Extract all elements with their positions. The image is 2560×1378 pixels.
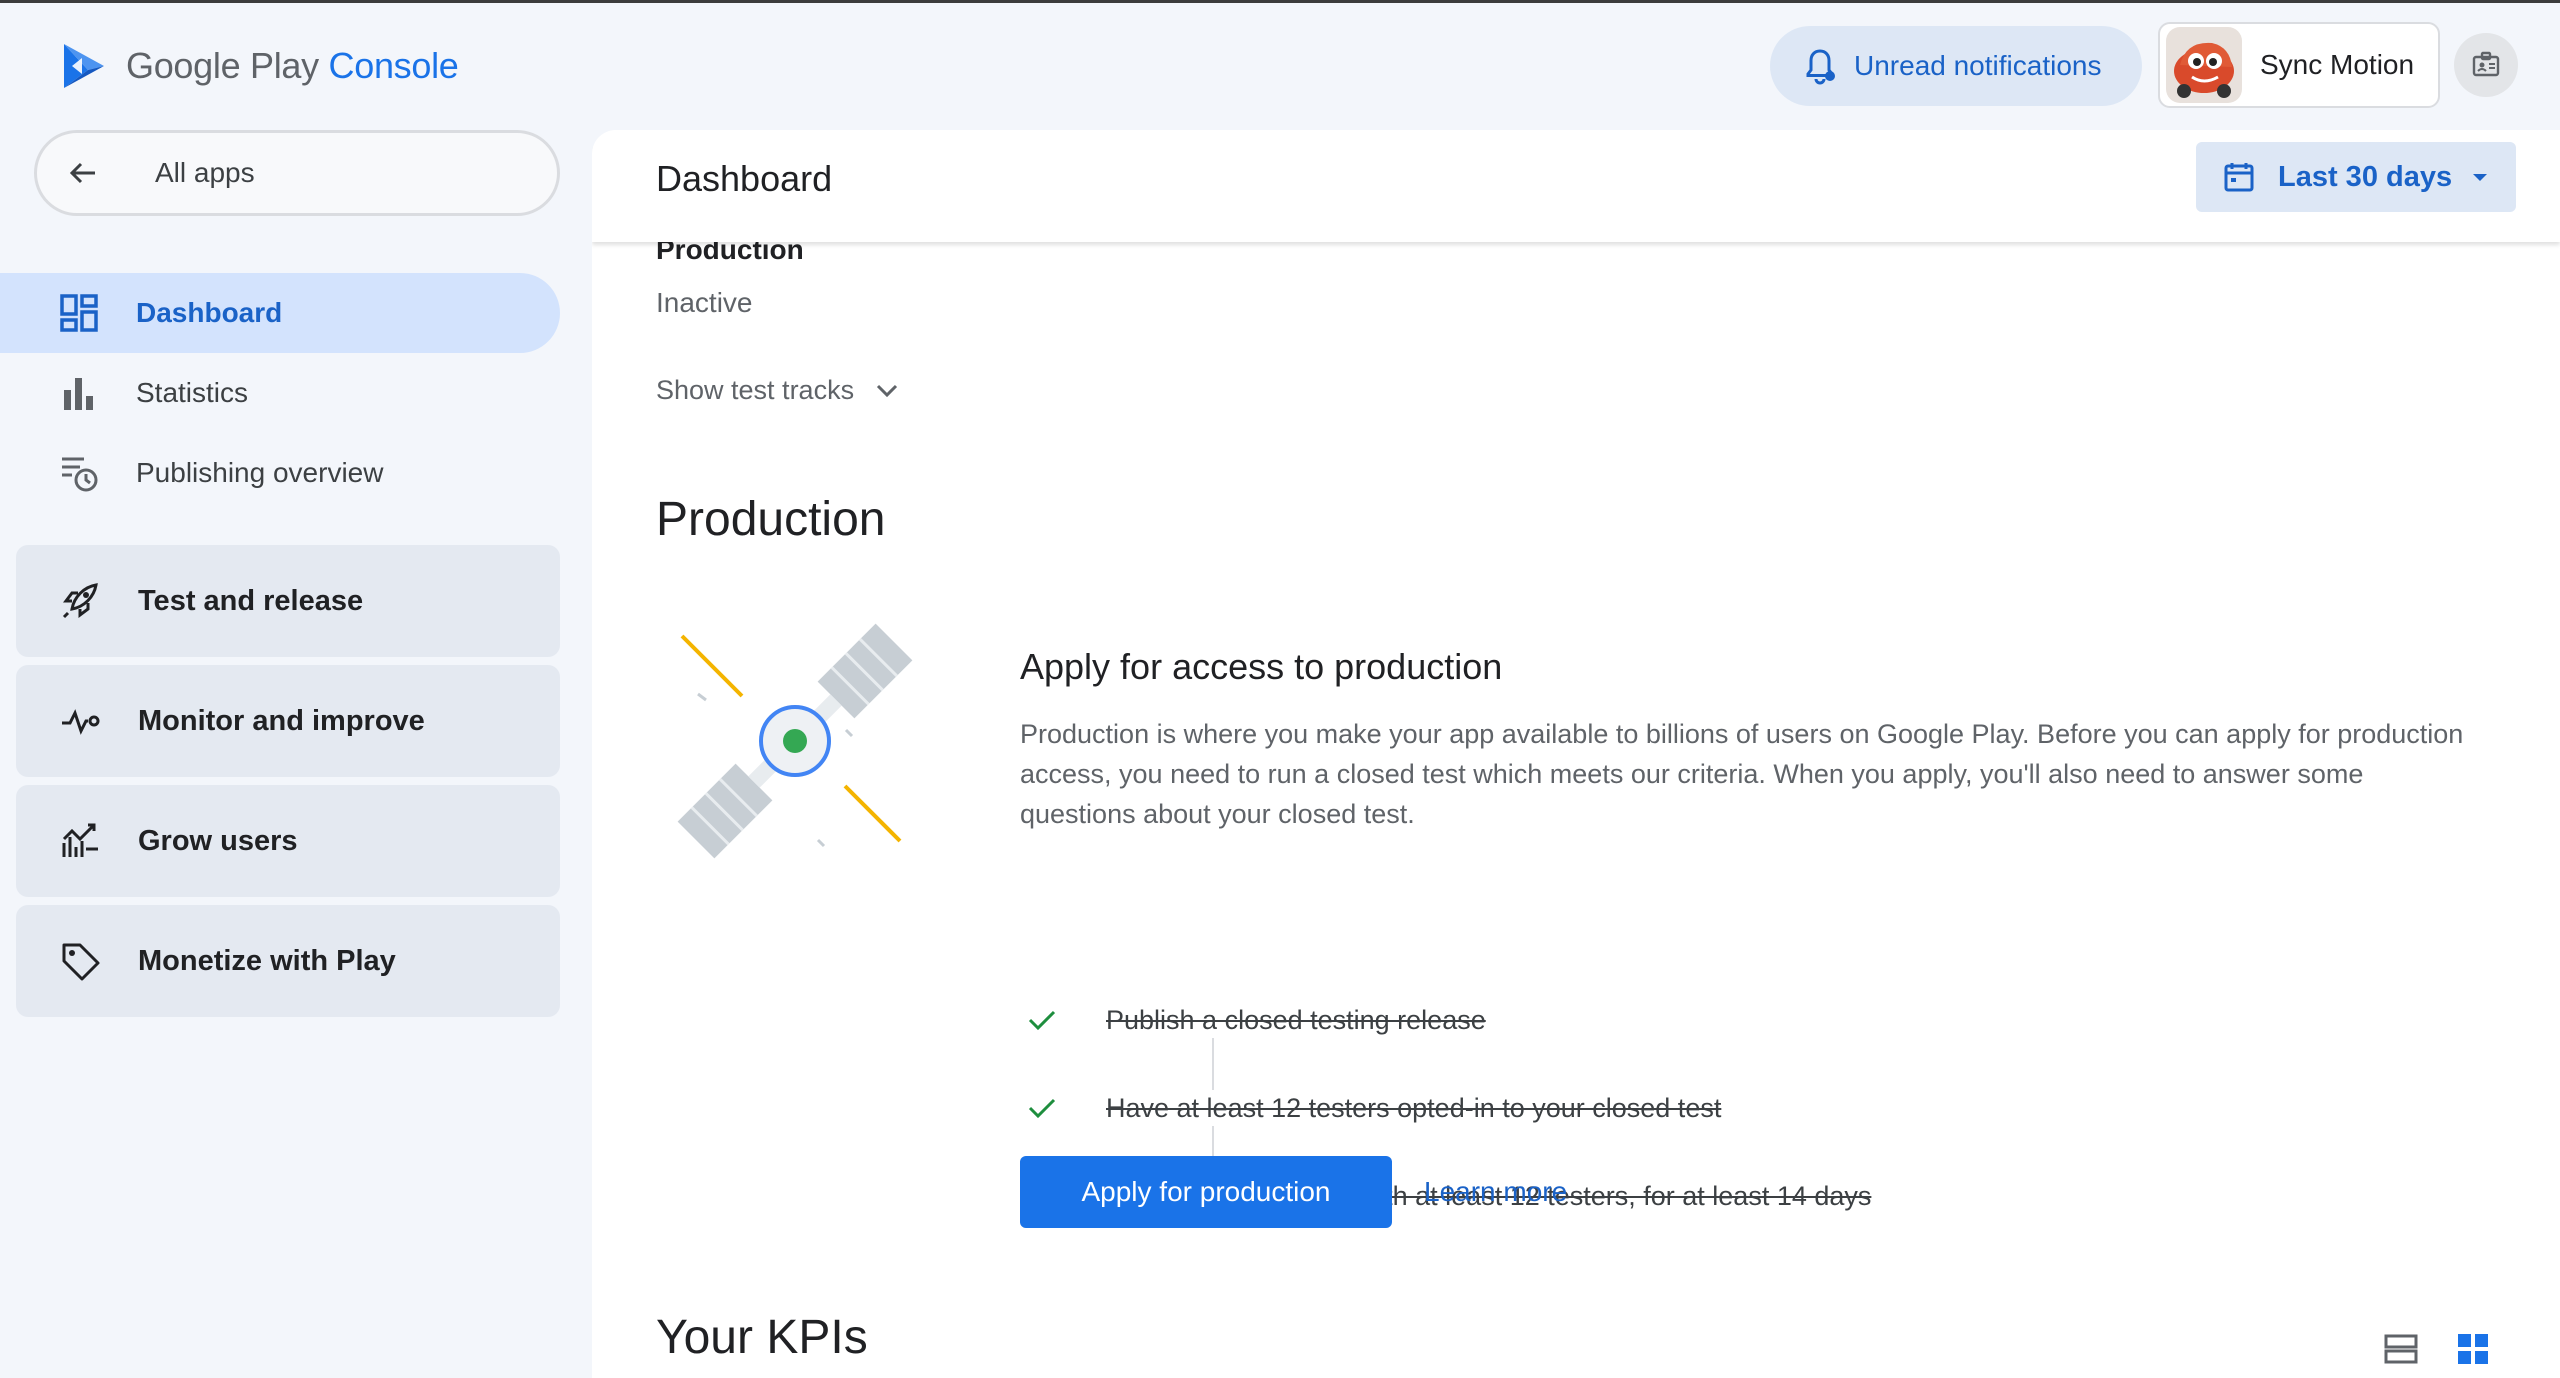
bell-icon — [1806, 49, 1835, 85]
learn-more-link[interactable]: Learn more — [1424, 1176, 1567, 1208]
dashboard-icon — [60, 294, 98, 332]
checklist-item: Publish a closed testing release — [1020, 1002, 1871, 1090]
developer-account-icon[interactable] — [2454, 33, 2518, 97]
badge-icon — [2472, 51, 2500, 77]
sidebar-group-monetize-with-play[interactable]: Monetize with Play — [16, 905, 560, 1017]
sidebar-item-dashboard[interactable]: Dashboard — [0, 273, 560, 353]
checklist-item-text: Have at least 12 testers opted-in to you… — [1106, 1093, 1722, 1123]
unread-notifications-button[interactable]: Unread notifications — [1770, 26, 2142, 106]
sidebar-item-label: Publishing overview — [136, 457, 384, 488]
grid-view-icon[interactable] — [2454, 1330, 2492, 1368]
publishing-overview-icon — [62, 457, 98, 492]
all-apps-label: All apps — [155, 157, 255, 188]
track-status: Inactive — [656, 287, 753, 318]
show-test-tracks-toggle[interactable]: Show test tracks — [656, 375, 902, 406]
date-range-label: Last 30 days — [2278, 160, 2453, 193]
sidebar-item-label: Statistics — [136, 377, 249, 408]
sidebar-item-publishing-overview[interactable]: Publishing overview — [0, 433, 560, 513]
sidebar-group-label: Grow users — [138, 824, 298, 857]
list-view-icon[interactable] — [2382, 1330, 2420, 1368]
app-switcher-button[interactable]: Sync Motion — [2158, 22, 2440, 108]
apply-description: Production is where you make your app av… — [1020, 719, 2464, 829]
sidebar-item-label: Dashboard — [136, 297, 283, 328]
sidebar-group-monitor-and-improve[interactable]: Monitor and improve — [16, 665, 560, 777]
chevron-down-icon — [877, 384, 898, 397]
caret-down-icon — [2473, 174, 2488, 181]
logo-text: Google Play Console — [126, 45, 459, 87]
kpi-section-title: Your KPIs — [656, 1311, 868, 1364]
apply-for-production-button[interactable]: Apply for production — [1020, 1156, 1392, 1228]
growth-icon — [62, 823, 98, 857]
notifications-label: Unread notifications — [1854, 50, 2102, 81]
play-console-logo[interactable]: Google Play Console — [58, 38, 459, 94]
account-name: Sync Motion — [2260, 49, 2415, 80]
main-content: Dashboard Last 30 days Production Inacti… — [592, 130, 2560, 1378]
checklist-item-text: Publish a closed testing release — [1106, 1005, 1486, 1035]
check-icon — [1028, 1098, 1056, 1119]
date-range-picker[interactable]: Last 30 days — [2196, 142, 2516, 212]
bar-chart-icon — [64, 378, 93, 410]
sidebar-group-label: Monitor and improve — [138, 704, 425, 737]
section-title: Production — [656, 493, 886, 546]
check-icon — [1028, 1010, 1056, 1031]
arrow-back-icon — [69, 162, 95, 184]
apply-title: Apply for access to production — [1020, 646, 1503, 687]
logo-text-console: Console — [328, 45, 459, 86]
sidebar-group-grow-users[interactable]: Grow users — [16, 785, 560, 897]
sidebar-group-label: Monetize with Play — [138, 944, 396, 977]
window-top-border — [0, 0, 2560, 3]
sidebar-item-statistics[interactable]: Statistics — [0, 353, 560, 433]
sidebar-group-test-and-release[interactable]: Test and release — [16, 545, 560, 657]
calendar-icon — [2224, 163, 2254, 192]
rocket-icon — [62, 583, 98, 619]
show-test-tracks-label: Show test tracks — [656, 375, 855, 405]
satellite-illustration — [677, 623, 913, 859]
vitals-icon — [62, 709, 100, 735]
tag-icon — [62, 943, 100, 981]
page-header: Dashboard Last 30 days — [592, 130, 2560, 242]
play-console-logo-icon — [64, 44, 104, 88]
page-title: Dashboard — [656, 158, 833, 199]
app-icon — [2166, 27, 2242, 103]
sidebar-group-label: Test and release — [138, 584, 364, 617]
all-apps-button[interactable]: All apps — [34, 130, 560, 216]
logo-text-main: Google Play — [126, 45, 319, 86]
